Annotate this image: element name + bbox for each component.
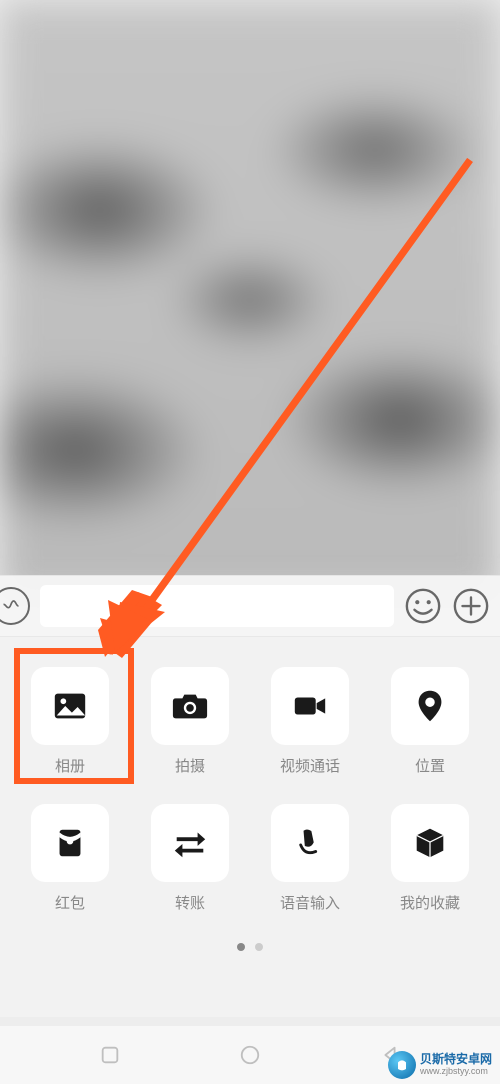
cube-icon [411,824,449,862]
panel-item-label: 语音输入 [280,892,340,913]
transfer-icon [171,824,209,862]
videocam-icon [291,687,329,725]
icon-box [271,804,349,882]
more-button[interactable] [452,587,490,625]
panel-item-label: 相册 [55,755,85,776]
icon-box [391,667,469,745]
panel-item-label: 视频通话 [280,755,340,776]
panel-item-album[interactable]: 相册 [31,667,109,776]
watermark: 贝斯特安卓网 www.zjbstyy.com [388,1051,492,1079]
photo-icon [51,687,89,725]
panel-item-voiceinput[interactable]: 语音输入 [271,804,349,913]
chat-background [0,0,500,600]
sound-wave-icon [1,596,21,616]
panel-item-label: 红包 [55,892,85,913]
panel-item-transfer[interactable]: 转账 [151,804,229,913]
panel-item-label: 位置 [415,755,445,776]
emoji-button[interactable] [404,587,442,625]
icon-box [151,804,229,882]
icon-box [31,667,109,745]
mic-icon [291,824,329,862]
plus-icon [452,587,490,625]
redpacket-icon [51,824,89,862]
panel-item-label: 转账 [175,892,205,913]
page-dot [255,943,263,951]
recents-button[interactable] [99,1044,121,1066]
watermark-logo [388,1051,416,1079]
icon-box [31,804,109,882]
panel-item-camera[interactable]: 拍摄 [151,667,229,776]
panel-item-videocall[interactable]: 视频通话 [271,667,349,776]
panel-item-favorites[interactable]: 我的收藏 [391,804,469,913]
voice-mode-button[interactable] [0,587,30,625]
attachment-panel: 相册 拍摄 视频通话 [0,637,500,1017]
panel-item-label: 拍摄 [175,755,205,776]
message-input[interactable] [40,585,394,627]
panel-item-location[interactable]: 位置 [391,667,469,776]
icon-box [271,667,349,745]
icon-box [391,804,469,882]
panel-item-label: 我的收藏 [400,892,460,913]
android-icon [394,1057,410,1073]
location-icon [411,687,449,725]
smile-icon [404,587,442,625]
camera-icon [171,687,209,725]
attachment-grid: 相册 拍摄 视频通话 [14,667,486,913]
panel-item-redpacket[interactable]: 红包 [31,804,109,913]
watermark-text: 贝斯特安卓网 www.zjbstyy.com [420,1053,492,1076]
page-dot-active [237,943,245,951]
home-button[interactable] [239,1044,261,1066]
page-indicator [14,943,486,951]
input-bar [0,575,500,637]
icon-box [151,667,229,745]
